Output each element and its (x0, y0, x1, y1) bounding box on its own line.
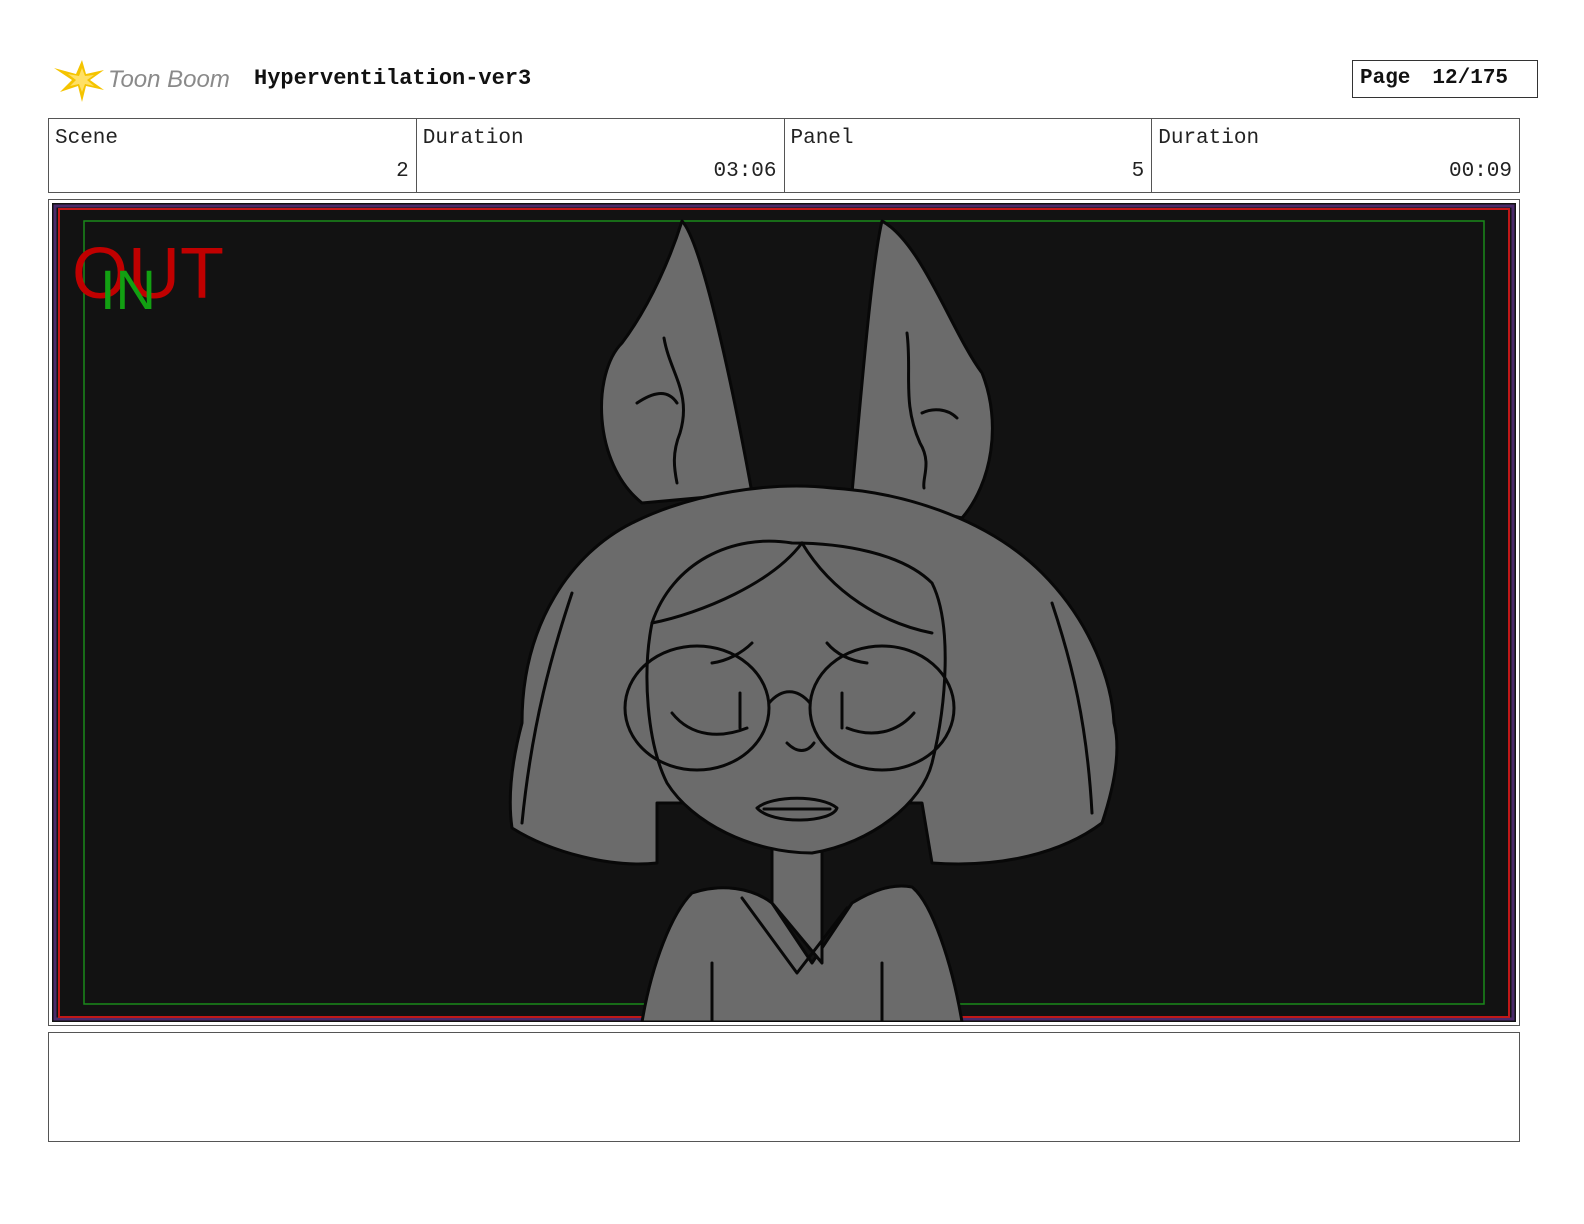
panel-duration-label: Duration (1158, 127, 1260, 150)
page-label: Page (1360, 67, 1411, 90)
page-header: Toon Boom Hyperventilation-ver3 Page 12/1… (48, 56, 1538, 104)
character-sketch (508, 219, 1119, 1022)
in-marker: IN (100, 258, 156, 321)
page-number: 12/175 (1432, 67, 1509, 90)
panel-duration-value: 00:09 (1448, 160, 1512, 183)
panel-cell: Panel 5 (785, 119, 1153, 192)
scene-value: 2 (396, 160, 409, 183)
action-notes-box (48, 1032, 1520, 1142)
toon-boom-logo: Toon Boom (52, 56, 242, 104)
page-indicator: Page 12/175 (1352, 60, 1538, 98)
panel-value: 5 (1131, 160, 1145, 183)
scene-duration-label: Duration (422, 127, 524, 150)
starburst-icon (54, 60, 104, 102)
scene-duration-cell: Duration 03:06 (417, 119, 785, 192)
project-title: Hyperventilation-ver3 (254, 66, 532, 91)
panel-label: Panel (790, 127, 854, 150)
scene-cell: Scene 2 (49, 119, 417, 192)
panel-info-row: Scene 2 Duration 03:06 Panel 5 Duration … (48, 118, 1520, 193)
logo-wordmark: Toon Boom (108, 66, 230, 93)
storyboard-panel-frame: OUT IN (48, 199, 1520, 1026)
panel-drawing: OUT IN (53, 204, 1515, 1022)
panel-duration-cell: Duration 00:09 (1152, 119, 1519, 192)
scene-duration-value: 03:06 (713, 160, 777, 183)
panel-image: OUT IN (52, 203, 1516, 1022)
scene-label: Scene (55, 127, 119, 150)
